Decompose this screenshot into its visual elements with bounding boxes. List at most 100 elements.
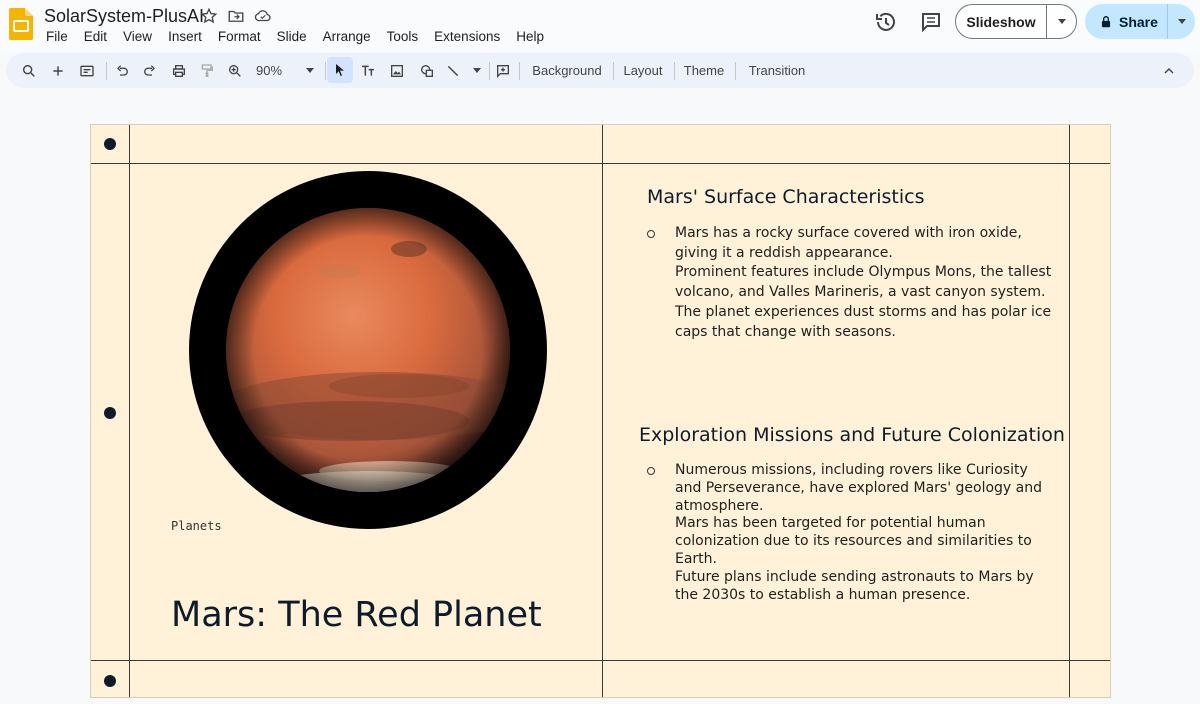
- mars-image[interactable]: [189, 171, 547, 529]
- zoom-button[interactable]: [224, 53, 246, 88]
- body-line: volcano, and Valles Marineris, a vast ca…: [675, 284, 1046, 301]
- cursor-icon: [336, 64, 344, 76]
- version-history-icon[interactable]: [874, 10, 898, 34]
- image-caption[interactable]: Planets: [171, 519, 222, 533]
- title-icons: [200, 7, 272, 25]
- toolbar-divider: [106, 62, 107, 80]
- add-comment-button[interactable]: [492, 53, 514, 88]
- paint-format-icon: [201, 63, 213, 77]
- share-options-button[interactable]: [1167, 4, 1195, 39]
- section-heading-surface[interactable]: Mars' Surface Characteristics: [647, 186, 925, 208]
- menu-file[interactable]: File: [38, 27, 76, 46]
- shape-button[interactable]: [416, 53, 438, 88]
- slides-logo-icon[interactable]: [9, 8, 33, 40]
- toolbar-divider: [613, 62, 614, 80]
- menu-tools[interactable]: Tools: [379, 27, 427, 46]
- body-line: Earth.: [675, 550, 717, 567]
- share-button[interactable]: Share: [1085, 4, 1195, 39]
- lock-icon: [1101, 15, 1111, 27]
- hide-menus-button[interactable]: [1158, 53, 1180, 88]
- body-line: Mars has a rocky surface covered with ir…: [675, 225, 1022, 241]
- menu-edit[interactable]: Edit: [76, 27, 115, 46]
- plus-icon: [53, 65, 63, 76]
- menu-slide[interactable]: Slide: [269, 27, 315, 46]
- document-title[interactable]: SolarSystem-PlusAI: [44, 6, 204, 27]
- body-line: Prominent features include Olympus Mons,…: [675, 264, 1052, 281]
- menu-format[interactable]: Format: [210, 27, 269, 46]
- body-line: Numerous missions, including rovers like…: [675, 462, 1028, 478]
- new-slide-button[interactable]: [47, 53, 69, 88]
- transition-label: Transition: [748, 63, 806, 78]
- redo-icon: [144, 64, 155, 76]
- share-label: Share: [1119, 13, 1158, 30]
- margin-dot: [104, 675, 116, 687]
- menu-insert[interactable]: Insert: [160, 27, 210, 46]
- toolbar-divider: [489, 62, 490, 80]
- search-icon: [22, 64, 35, 77]
- chevron-up-icon: [1164, 67, 1174, 74]
- star-icon[interactable]: [200, 7, 218, 25]
- slide-title[interactable]: Mars: The Red Planet: [171, 595, 542, 635]
- slideshow-label: Slideshow: [966, 13, 1036, 30]
- grid-line-left: [129, 125, 130, 697]
- toolbar-divider: [735, 62, 736, 80]
- cloud-saved-icon[interactable]: [254, 7, 272, 25]
- zoom-icon: [229, 64, 241, 77]
- margin-dot: [104, 407, 116, 419]
- body-line: the 2030s to establish a human presence.: [675, 586, 971, 603]
- slideshow-button[interactable]: Slideshow: [955, 4, 1077, 39]
- chevron-down-icon: [306, 68, 314, 73]
- section-body-surface[interactable]: Mars has a rocky surface covered with ir…: [647, 224, 1052, 342]
- margin-dot: [104, 138, 116, 150]
- body-line: caps that change with seasons.: [675, 323, 896, 340]
- slideshow-options-button[interactable]: [1046, 5, 1076, 38]
- menu-view[interactable]: View: [115, 27, 160, 46]
- insert-image-button[interactable]: [386, 53, 408, 88]
- toolbar-divider: [674, 62, 675, 80]
- shape-icon: [421, 64, 433, 77]
- print-icon: [173, 64, 185, 77]
- menu-arrange[interactable]: Arrange: [315, 27, 379, 46]
- slide-layout-button[interactable]: [76, 53, 98, 88]
- menu-bar: File Edit View Insert Format Slide Arran…: [38, 27, 552, 46]
- text-box-button[interactable]: [357, 53, 379, 88]
- theme-button[interactable]: Theme: [679, 53, 729, 88]
- layout-label: Layout: [623, 63, 663, 78]
- body-line: giving it a reddish appearance.: [675, 244, 893, 261]
- slide[interactable]: Planets Mars: The Red Planet Mars' Surfa…: [90, 124, 1111, 698]
- line-button[interactable]: [445, 53, 481, 88]
- search-menus-button[interactable]: [18, 53, 40, 88]
- menu-extensions[interactable]: Extensions: [426, 27, 508, 46]
- zoom-value: 90%: [256, 63, 283, 78]
- chevron-down-icon: [473, 68, 481, 73]
- body-line: atmosphere.: [675, 497, 764, 514]
- app-header: SolarSystem-PlusAI File Edit View Insert…: [0, 0, 1200, 52]
- theme-label: Theme: [683, 63, 725, 78]
- section-body-exploration[interactable]: Numerous missions, including rovers like…: [647, 462, 1042, 604]
- line-icon: [447, 65, 459, 76]
- background-label: Background: [532, 63, 602, 78]
- menu-help[interactable]: Help: [508, 27, 552, 46]
- comments-icon[interactable]: [919, 10, 943, 34]
- image-icon: [391, 64, 403, 77]
- select-tool-button[interactable]: [327, 57, 353, 83]
- print-button[interactable]: [168, 53, 190, 88]
- paint-format-button[interactable]: [196, 53, 218, 88]
- body-line: Mars has been targeted for potential hum…: [675, 515, 986, 532]
- section-heading-exploration[interactable]: Exploration Missions and Future Coloniza…: [639, 424, 1065, 446]
- bullet-circle-icon: [647, 467, 655, 475]
- transition-button[interactable]: Transition: [742, 53, 812, 88]
- redo-button[interactable]: [139, 53, 161, 88]
- undo-button[interactable]: [111, 53, 133, 88]
- add-comment-icon: [497, 64, 509, 78]
- background-button[interactable]: Background: [526, 53, 608, 88]
- chevron-down-icon: [1057, 19, 1066, 24]
- zoom-select[interactable]: 90%: [250, 53, 320, 88]
- grid-line-bottom: [91, 660, 1110, 661]
- grid-line-top: [91, 163, 1110, 164]
- bullet-circle-icon: [647, 230, 655, 238]
- layout-button[interactable]: Layout: [618, 53, 668, 88]
- toolbar-divider: [325, 62, 326, 80]
- move-folder-icon[interactable]: [227, 7, 245, 25]
- chevron-down-icon: [1177, 19, 1186, 24]
